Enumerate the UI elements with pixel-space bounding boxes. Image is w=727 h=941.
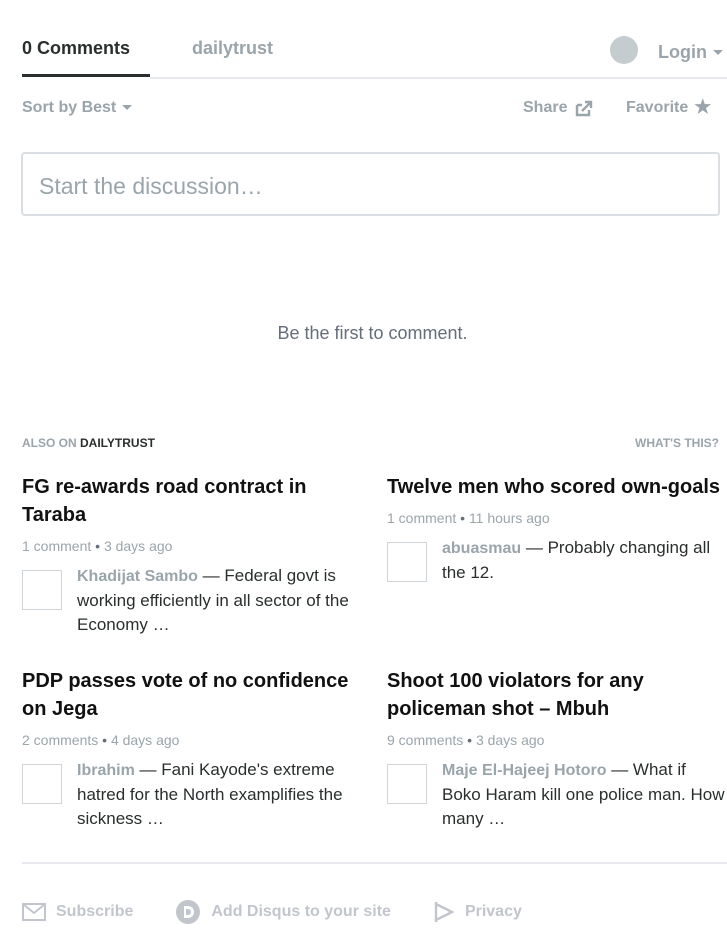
discovery-card[interactable]: FG re-awards road contract in Taraba 1 c… [22,473,362,637]
add-disqus-link[interactable]: Add Disqus to your site [175,899,391,925]
compose-placeholder: Start the discussion… [39,173,263,199]
also-on-forum[interactable]: DAILYTRUST [80,436,155,450]
avatar [22,570,62,610]
subscribe-label: Subscribe [56,903,134,920]
active-tab-indicator [22,74,150,77]
login-menu[interactable]: Login [610,36,723,66]
comment-snippet[interactable]: abuasmau — Probably changing all the 12. [387,536,727,585]
share-button[interactable]: Share [523,99,593,117]
disqus-thread: 0 Comments dailytrust Login Sort by Best… [0,0,727,941]
share-label: Share [523,99,568,116]
subscribe-link[interactable]: Subscribe [22,903,133,921]
comment-snippet[interactable]: Maje El-Hajeej Hotoro — What if Boko Har… [387,758,727,831]
also-on-prefix: ALSO ON [22,436,77,450]
discovery-card[interactable]: Twelve men who scored own-goals 1 commen… [387,473,727,585]
comment-count[interactable]: 1 comment [22,538,91,554]
comment-author: Maje El-Hajeej Hotoro [442,762,607,779]
whats-this-link[interactable]: WHAT'S THIS? [635,436,719,450]
tab-comments[interactable]: 0 Comments [22,38,130,59]
empty-state-message: Be the first to comment. [277,323,468,343]
comment-snippet[interactable]: Khadijat Sambo — Federal govt is working… [22,564,362,637]
discovery-card[interactable]: PDP passes vote of no confidence on Jega… [22,667,362,831]
chevron-down-icon [713,49,723,55]
discovery-title[interactable]: FG re-awards road contract in Taraba [22,473,362,529]
discovery-card[interactable]: Shoot 100 violators for any policeman sh… [387,667,727,831]
login-label: Login [658,41,707,62]
favorite-button[interactable]: Favorite ★ [626,97,712,118]
time-ago: 11 hours ago [468,510,550,526]
comment-author: abuasmau [442,540,522,557]
comment-author: Ibrahim [77,762,135,779]
disqus-logo-icon [176,900,201,924]
privacy-link[interactable]: Privacy [433,900,522,924]
also-on-header: ALSO ON DAILYTRUST WHAT'S THIS? [22,436,719,450]
tab-community[interactable]: dailytrust [192,38,273,59]
time-ago: 3 days ago [475,732,545,748]
discovery-meta: 2 comments • 4 days ago [22,732,180,748]
comment-count[interactable]: 9 comments [387,732,463,748]
user-avatar-icon [610,36,639,64]
avatar [387,764,427,804]
discovery-meta: 1 comment • 11 hours ago [387,510,550,526]
comment-textarea[interactable]: Start the discussion… [21,152,720,216]
tabs-divider [150,77,727,79]
footer-links: Subscribe Add Disqus to your site Privac… [22,899,564,925]
add-disqus-label: Add Disqus to your site [211,903,391,920]
discovery-title[interactable]: PDP passes vote of no confidence on Jega [22,667,362,723]
discovery-meta: 9 comments • 3 days ago [387,732,545,748]
avatar [22,764,62,804]
thread-tabs: 0 Comments dailytrust Login [22,0,727,78]
footer-divider [22,862,727,864]
chevron-down-icon [122,105,133,111]
envelope-icon [22,903,46,921]
share-out-icon [576,100,593,116]
comment-count[interactable]: 2 comments [22,732,98,748]
privacy-play-icon [434,902,455,922]
sort-dropdown[interactable]: Sort by Best [22,99,133,117]
privacy-label: Privacy [464,903,522,920]
star-icon: ★ [694,97,712,118]
comment-count[interactable]: 1 comment [387,510,456,526]
sort-label: Sort by Best [22,99,117,116]
comment-author: Khadijat Sambo [77,568,198,585]
comment-snippet[interactable]: Ibrahim — Fani Kayode's extreme hatred f… [22,758,362,831]
also-on-label: ALSO ON DAILYTRUST [22,436,155,450]
discovery-meta: 1 comment • 3 days ago [22,538,173,554]
time-ago: 4 days ago [110,732,180,748]
favorite-label: Favorite [626,99,689,116]
discovery-title[interactable]: Twelve men who scored own-goals [387,473,727,501]
time-ago: 3 days ago [103,538,173,554]
discovery-title[interactable]: Shoot 100 violators for any policeman sh… [387,667,727,723]
avatar [387,542,427,582]
sort-toolbar: Sort by Best Share Favorite ★ [22,97,727,121]
